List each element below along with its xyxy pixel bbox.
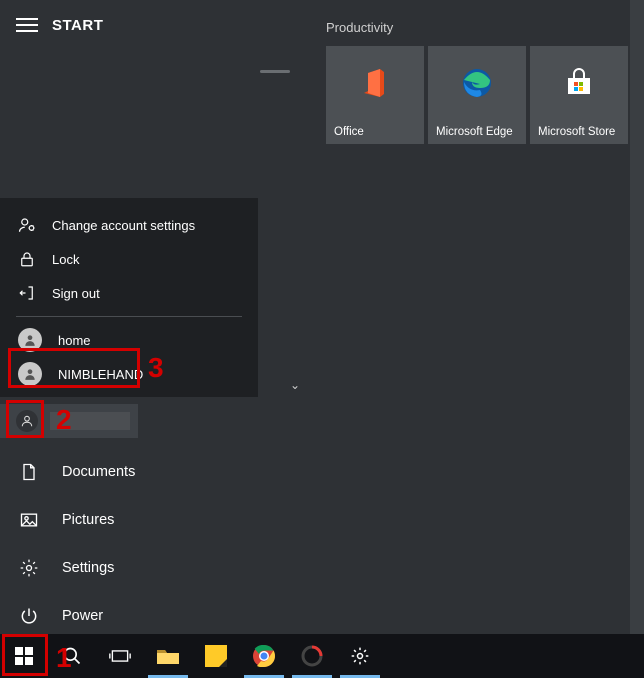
task-view-button[interactable]	[96, 634, 144, 678]
start-button[interactable]	[0, 634, 48, 678]
rail-label: Documents	[62, 464, 135, 480]
rail-power[interactable]: Power	[0, 592, 258, 640]
rail-label: Power	[62, 608, 103, 624]
windows-icon	[15, 647, 33, 665]
lock-icon	[18, 250, 36, 268]
change-account-settings[interactable]: Change account settings	[0, 208, 258, 242]
user-settings-icon	[18, 216, 36, 234]
tile-store[interactable]: Microsoft Store	[530, 46, 628, 144]
sign-out[interactable]: Sign out	[0, 276, 258, 310]
power-icon	[18, 606, 40, 626]
taskbar-app[interactable]	[288, 634, 336, 678]
tile-label: Office	[334, 126, 416, 138]
search-icon	[62, 646, 82, 666]
taskbar-sticky-notes[interactable]	[192, 634, 240, 678]
menu-label: Change account settings	[52, 218, 195, 233]
user-home[interactable]: home	[0, 323, 258, 357]
tile-label: Microsoft Store	[538, 126, 620, 138]
user-label: NIMBLEHAND	[58, 367, 143, 382]
gear-icon	[18, 558, 40, 578]
document-icon	[18, 462, 40, 482]
note-icon	[205, 645, 227, 667]
office-icon	[358, 66, 392, 100]
resize-handle[interactable]	[260, 70, 290, 73]
taskbar-chrome[interactable]	[240, 634, 288, 678]
rail-label: Pictures	[62, 512, 114, 528]
rail-settings[interactable]: Settings	[0, 544, 258, 592]
user-icon	[16, 410, 38, 432]
folder-icon	[156, 646, 180, 666]
desktop-sliver	[630, 0, 644, 634]
lock[interactable]: Lock	[0, 242, 258, 276]
tile-group-heading[interactable]: Productivity	[326, 20, 393, 35]
start-header: START	[0, 0, 644, 50]
task-view-icon	[109, 647, 131, 665]
chrome-icon	[253, 645, 275, 667]
taskbar-explorer[interactable]	[144, 634, 192, 678]
rail-documents[interactable]: Documents	[0, 448, 258, 496]
divider	[16, 316, 242, 317]
edge-icon	[460, 66, 494, 100]
start-menu: START Productivity Office Microsoft Edge…	[0, 0, 644, 634]
signout-icon	[18, 284, 36, 302]
hamburger-icon[interactable]	[16, 14, 38, 36]
store-icon	[562, 66, 596, 100]
account-popup: Change account settings Lock Sign out ho…	[0, 198, 258, 397]
rail-pictures[interactable]: Pictures	[0, 496, 258, 544]
avatar-icon	[18, 328, 42, 352]
start-title: START	[52, 17, 103, 34]
taskbar	[0, 634, 644, 678]
user-nimblehand[interactable]: NIMBLEHAND	[0, 357, 258, 391]
rail: Documents Pictures Settings Power	[0, 448, 258, 640]
taskbar-settings[interactable]	[336, 634, 384, 678]
menu-label: Lock	[52, 252, 79, 267]
tile-edge[interactable]: Microsoft Edge	[428, 46, 526, 144]
pictures-icon	[18, 510, 40, 530]
username-redacted	[50, 412, 130, 430]
rail-label: Settings	[62, 560, 114, 576]
search-button[interactable]	[48, 634, 96, 678]
rail-user-button[interactable]	[0, 404, 138, 438]
menu-label: Sign out	[52, 286, 100, 301]
avatar-icon	[18, 362, 42, 386]
tile-group: Office Microsoft Edge Microsoft Store	[326, 46, 628, 144]
user-label: home	[58, 333, 91, 348]
ring-icon	[301, 645, 323, 667]
tile-office[interactable]: Office	[326, 46, 424, 144]
gear-icon	[350, 646, 370, 666]
chevron-down-icon[interactable]: ⌄	[290, 378, 300, 392]
tile-label: Microsoft Edge	[436, 126, 518, 138]
